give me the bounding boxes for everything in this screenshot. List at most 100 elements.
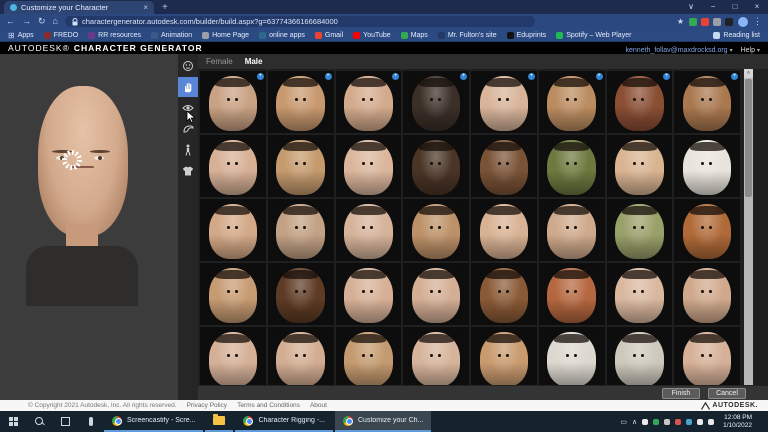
start-button[interactable] bbox=[0, 411, 26, 432]
minimize-button[interactable]: − bbox=[702, 0, 724, 14]
taskbar-search-button[interactable] bbox=[26, 411, 52, 432]
network-icon[interactable] bbox=[697, 419, 703, 425]
taskbar-clock[interactable]: 12:08 PM 1/10/2022 bbox=[719, 414, 756, 430]
browser-tab[interactable]: Customize your Character × bbox=[4, 1, 154, 14]
home-icon[interactable]: ⌂ bbox=[53, 14, 58, 29]
bookmark-item[interactable]: Home Page bbox=[202, 32, 249, 39]
face-thumbnail[interactable] bbox=[607, 263, 673, 325]
face-thumbnail[interactable] bbox=[403, 135, 469, 197]
face-thumbnail[interactable] bbox=[268, 135, 334, 197]
close-button[interactable]: × bbox=[746, 0, 768, 14]
touch-keyboard-icon[interactable]: ▭ bbox=[620, 418, 627, 426]
tab-male[interactable]: Male bbox=[245, 57, 263, 66]
pinned-app-button[interactable] bbox=[78, 411, 104, 432]
terms-link[interactable]: Terms and Conditions bbox=[237, 402, 300, 409]
face-thumbnail[interactable] bbox=[336, 199, 402, 261]
task-view-button[interactable] bbox=[52, 411, 78, 432]
face-thumbnail[interactable] bbox=[471, 263, 537, 325]
scrollbar[interactable]: ∧ bbox=[744, 69, 753, 385]
face-thumbnail[interactable]: + bbox=[674, 71, 740, 133]
bookmark-item[interactable]: Animation bbox=[151, 32, 192, 39]
bookmark-star-icon[interactable]: ★ bbox=[677, 17, 684, 26]
scroll-up-icon[interactable]: ∧ bbox=[744, 69, 753, 78]
character-preview[interactable] bbox=[0, 54, 178, 400]
face-thumbnail[interactable] bbox=[403, 327, 469, 385]
face-thumbnail[interactable] bbox=[471, 135, 537, 197]
apps-shortcut[interactable]: ⊞ Apps bbox=[8, 31, 34, 40]
face-thumbnail[interactable]: + bbox=[336, 71, 402, 133]
privacy-link[interactable]: Privacy Policy bbox=[187, 402, 227, 409]
bookmark-item[interactable]: YouTube bbox=[353, 32, 391, 39]
face-thumbnail[interactable] bbox=[539, 327, 605, 385]
about-link[interactable]: About bbox=[310, 402, 327, 409]
forward-icon[interactable]: → bbox=[22, 14, 31, 29]
face-thumbnail[interactable] bbox=[200, 327, 266, 385]
face-thumbnail[interactable] bbox=[674, 199, 740, 261]
face-thumbnail[interactable]: + bbox=[403, 71, 469, 133]
tab-female[interactable]: Female bbox=[206, 57, 233, 66]
new-tab-button[interactable]: + bbox=[162, 1, 168, 14]
microphone-icon[interactable] bbox=[642, 419, 648, 425]
face-thumbnail[interactable] bbox=[200, 263, 266, 325]
taskbar-button[interactable]: Screencastify - Scre... bbox=[104, 411, 203, 432]
face-thumbnail[interactable] bbox=[336, 135, 402, 197]
hidden-icons-icon[interactable]: ∧ bbox=[632, 418, 637, 426]
face-thumbnail[interactable] bbox=[403, 263, 469, 325]
face-thumbnail[interactable] bbox=[674, 263, 740, 325]
reload-icon[interactable]: ↻ bbox=[38, 14, 46, 29]
face-thumbnail[interactable] bbox=[336, 263, 402, 325]
bookmark-item[interactable]: Spotify – Web Player bbox=[556, 32, 631, 39]
bookmark-item[interactable]: RR resources bbox=[88, 32, 141, 39]
face-thumbnail[interactable] bbox=[471, 199, 537, 261]
reading-list-button[interactable]: Reading list bbox=[713, 32, 760, 39]
face-thumbnail[interactable] bbox=[200, 135, 266, 197]
security-icon[interactable] bbox=[675, 419, 681, 425]
cancel-button[interactable]: Cancel bbox=[708, 388, 746, 399]
extension-icon[interactable] bbox=[689, 18, 697, 26]
face-thumbnail[interactable] bbox=[268, 199, 334, 261]
teams-icon[interactable] bbox=[686, 419, 692, 425]
tool-clothing-icon[interactable] bbox=[178, 161, 198, 181]
face-thumbnail[interactable] bbox=[607, 327, 673, 385]
browser-menu-icon[interactable]: ⋮ bbox=[753, 16, 762, 27]
back-icon[interactable]: ← bbox=[6, 14, 15, 29]
face-thumbnail[interactable]: + bbox=[268, 71, 334, 133]
tool-skin-icon[interactable] bbox=[178, 77, 198, 97]
face-thumbnail[interactable] bbox=[200, 199, 266, 261]
bookmark-item[interactable]: FREDO bbox=[44, 32, 79, 39]
extension-icon[interactable] bbox=[713, 18, 721, 26]
maximize-button[interactable]: □ bbox=[724, 0, 746, 14]
face-thumbnail[interactable] bbox=[268, 263, 334, 325]
taskbar-button[interactable]: Character Rigging -... bbox=[235, 411, 333, 432]
profile-avatar[interactable] bbox=[738, 17, 748, 27]
onedrive-icon[interactable] bbox=[664, 419, 670, 425]
bookmark-item[interactable]: Gmail bbox=[315, 32, 343, 39]
tab-close-icon[interactable]: × bbox=[143, 3, 148, 12]
face-thumbnail[interactable]: + bbox=[471, 71, 537, 133]
taskbar-button[interactable]: Customize your Ch... bbox=[335, 411, 431, 432]
face-thumbnail[interactable] bbox=[336, 327, 402, 385]
face-thumbnail[interactable] bbox=[607, 135, 673, 197]
face-thumbnail[interactable]: + bbox=[539, 71, 605, 133]
face-thumbnail[interactable] bbox=[539, 199, 605, 261]
face-thumbnail[interactable] bbox=[674, 327, 740, 385]
tab-search-icon[interactable]: ∨ bbox=[680, 0, 702, 14]
finish-button[interactable]: Finish bbox=[662, 388, 700, 399]
extension-icon[interactable] bbox=[725, 18, 733, 26]
bookmark-item[interactable]: Maps bbox=[401, 32, 428, 39]
tool-body-icon[interactable] bbox=[178, 140, 198, 160]
screencastify-icon[interactable] bbox=[653, 419, 659, 425]
url-field[interactable]: charactergenerator.autodesk.com/builder/… bbox=[65, 16, 535, 27]
bookmark-item[interactable]: Eduprints bbox=[507, 32, 547, 39]
bookmark-item[interactable]: online apps bbox=[259, 32, 305, 39]
face-thumbnail[interactable] bbox=[607, 199, 673, 261]
face-thumbnail[interactable]: + bbox=[200, 71, 266, 133]
face-thumbnail[interactable] bbox=[539, 135, 605, 197]
bookmark-item[interactable]: Mr. Fulton's site bbox=[438, 32, 497, 39]
extension-icon[interactable] bbox=[701, 18, 709, 26]
face-thumbnail[interactable]: + bbox=[607, 71, 673, 133]
tool-face-icon[interactable] bbox=[178, 56, 198, 76]
scrollbar-thumb[interactable] bbox=[745, 79, 752, 197]
taskbar-button[interactable] bbox=[205, 411, 233, 432]
face-thumbnail[interactable] bbox=[539, 263, 605, 325]
